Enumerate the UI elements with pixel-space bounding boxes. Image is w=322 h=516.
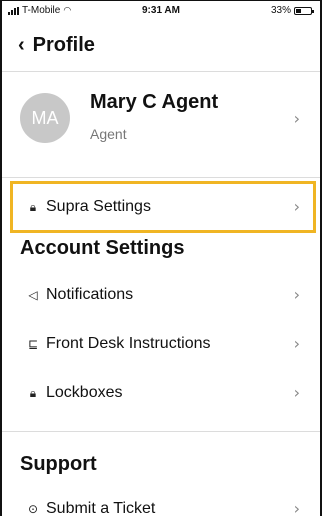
chevron-right-icon: ›	[293, 285, 300, 304]
chevron-right-icon: ›	[293, 109, 300, 128]
divider	[2, 71, 320, 72]
avatar: MA	[20, 93, 70, 143]
supra-settings-label: Supra Settings	[46, 198, 151, 215]
avatar-initials: MA	[31, 107, 59, 128]
profile-role: Agent	[90, 126, 127, 142]
lockboxes-row[interactable]: 🔒︎ Lockboxes ›	[2, 369, 320, 417]
front-desk-icon: ⊑	[27, 337, 39, 351]
page-title: Profile	[32, 33, 95, 56]
chevron-right-icon: ›	[293, 334, 300, 353]
status-right: 33%	[270, 5, 314, 16]
lock-icon: 🔒︎	[29, 199, 37, 214]
lock-icon: 🔒︎	[29, 385, 37, 400]
battery-percent: 33%	[270, 5, 291, 16]
divider	[2, 177, 320, 178]
chevron-right-icon: ›	[293, 499, 300, 516]
supra-settings-row[interactable]: 🔒︎ Supra Settings ›	[2, 183, 320, 231]
submit-ticket-row[interactable]: ⊙ Submit a Ticket ›	[2, 485, 320, 516]
notifications-row[interactable]: ◁ Notifications ›	[2, 271, 320, 319]
help-icon: ⊙	[27, 502, 39, 516]
front-desk-label: Front Desk Instructions	[46, 335, 211, 352]
battery-icon	[294, 6, 314, 15]
profile-name: Mary C Agent	[90, 91, 219, 113]
phone-frame: T-Mobile ◠ 9:31 AM 33% ‹ Profile MA Mary…	[0, 0, 322, 516]
chevron-right-icon: ›	[293, 197, 300, 216]
chevron-left-icon[interactable]: ‹	[18, 35, 25, 55]
status-bar: T-Mobile ◠ 9:31 AM 33%	[2, 1, 320, 21]
notifications-label: Notifications	[46, 286, 134, 303]
submit-ticket-label: Submit a Ticket	[46, 500, 156, 516]
section-title-support: Support	[20, 453, 97, 475]
front-desk-row[interactable]: ⊑ Front Desk Instructions ›	[2, 320, 320, 368]
lockboxes-label: Lockboxes	[46, 384, 123, 401]
divider	[2, 431, 320, 432]
section-title-account: Account Settings	[20, 237, 185, 259]
profile-row[interactable]: MA Mary C Agent Agent ›	[2, 81, 320, 163]
nav-bar: ‹ Profile	[2, 27, 320, 63]
battery-fill	[296, 8, 301, 13]
bell-icon: ◁	[28, 288, 38, 302]
chevron-right-icon: ›	[293, 383, 300, 402]
